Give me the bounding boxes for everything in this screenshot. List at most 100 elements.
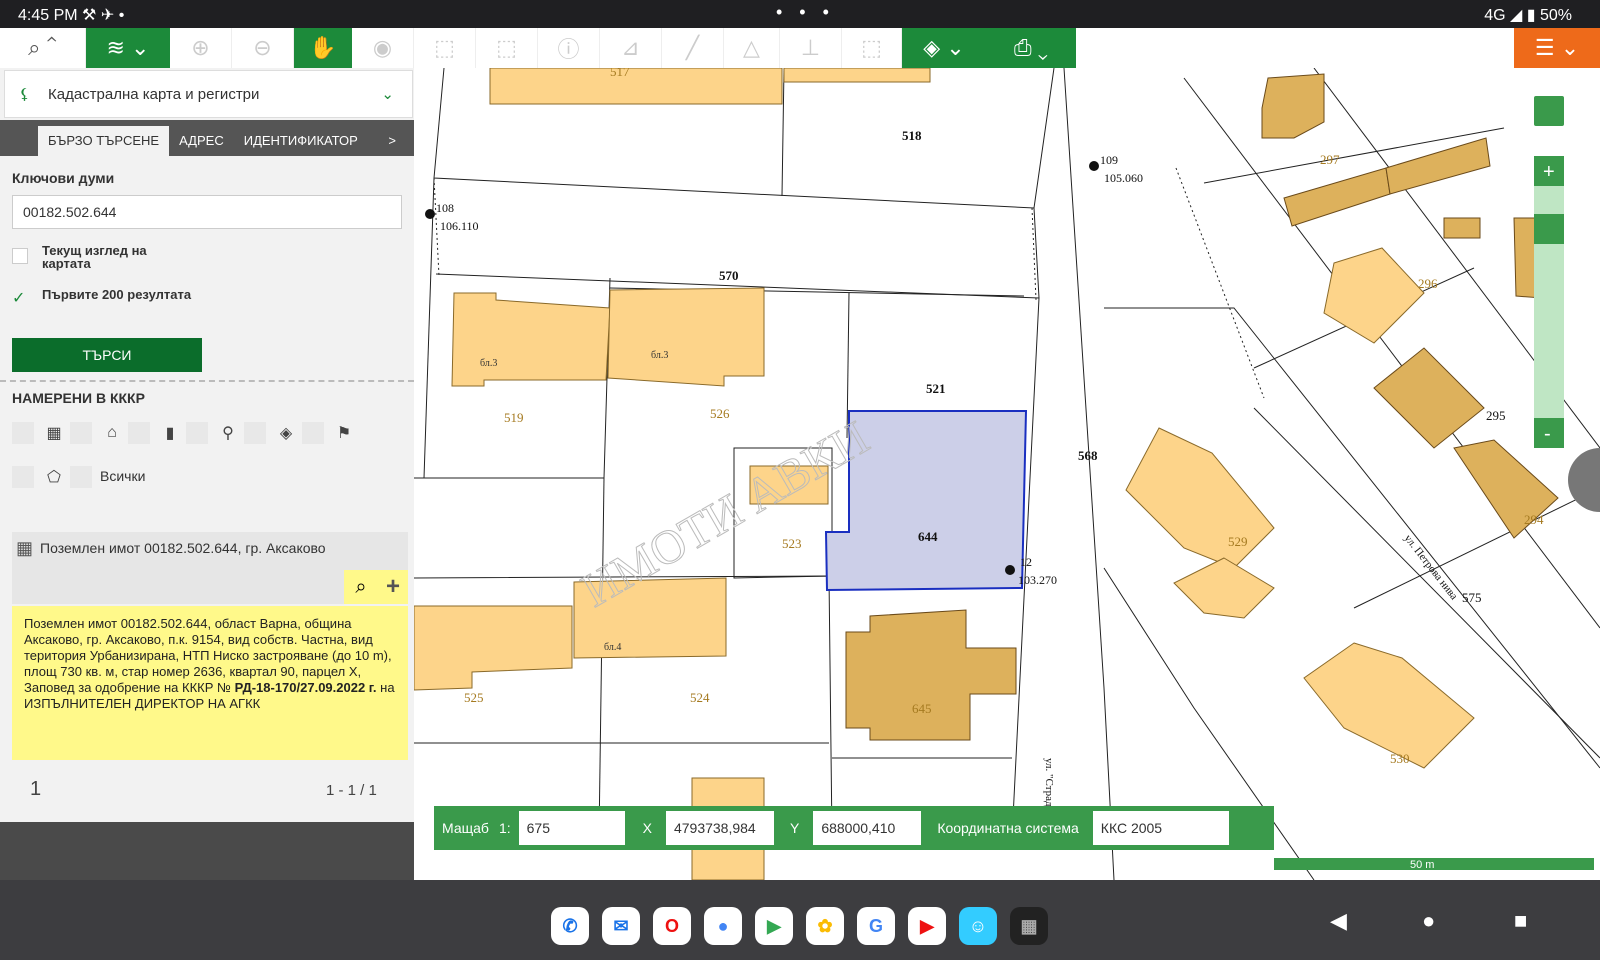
parcel-label-530: 530 bbox=[1390, 751, 1410, 766]
tabs-more-icon[interactable]: > bbox=[378, 126, 406, 156]
parcel-label-523: 523 bbox=[782, 536, 802, 551]
zoom-in-icon[interactable]: ⊕ bbox=[170, 28, 232, 68]
parcel-label-297: 297 bbox=[1320, 152, 1340, 167]
zoom-to-icon[interactable]: ⌕ bbox=[344, 570, 378, 604]
building-label: бл.3 bbox=[480, 358, 497, 369]
search-button[interactable]: ТЪРСИ bbox=[12, 338, 202, 372]
home-nav-icon[interactable]: ● bbox=[1422, 908, 1435, 934]
filter-checkbox[interactable] bbox=[12, 422, 34, 444]
x-input[interactable]: 4793738,984 bbox=[665, 811, 774, 845]
edit-icon[interactable] bbox=[1568, 448, 1600, 512]
first-200-label: Първите 200 резултата bbox=[42, 287, 192, 302]
found-label: НАМЕРЕНИ В КККР bbox=[12, 390, 145, 406]
point-id: 109 bbox=[1100, 153, 1118, 167]
filter-checkbox[interactable] bbox=[244, 422, 266, 444]
street-label: ул. Петрова нива bbox=[1402, 532, 1460, 602]
pin-icon[interactable]: ⚲ bbox=[216, 421, 240, 445]
home-icon[interactable]: ⌂ bbox=[100, 421, 124, 445]
recents-icon[interactable]: ■ bbox=[1514, 908, 1527, 934]
opera-app-icon[interactable]: O bbox=[653, 907, 691, 945]
page-number[interactable]: 1 bbox=[30, 778, 41, 801]
cursor-icon[interactable]: ⬚ bbox=[842, 28, 902, 68]
catalog-select[interactable]: ⚸ Кадастрална карта и регистри ⌄ bbox=[4, 70, 413, 118]
youtube-app-icon[interactable]: ▶ bbox=[908, 907, 946, 945]
catalog-icon: ⚸ bbox=[19, 86, 30, 103]
select-area-icon[interactable]: ⬚ bbox=[476, 28, 538, 68]
parcel-label-296: 296 bbox=[1418, 276, 1438, 291]
waze-app-icon[interactable]: ☺ bbox=[959, 907, 997, 945]
catalog-label: Кадастрална карта и регистри bbox=[48, 85, 260, 103]
cadastral-map[interactable]: 518 570 521 644 568 517 519 526 523 525 … bbox=[414, 68, 1600, 880]
search-icon[interactable]: ⌕ ⌃ bbox=[0, 28, 86, 68]
keywords-input[interactable]: 00182.502.644 bbox=[12, 195, 402, 229]
current-view-checkbox[interactable] bbox=[12, 248, 28, 264]
survey-point bbox=[425, 209, 435, 219]
current-view-label: Текущ изглед на картата bbox=[42, 243, 147, 271]
filter-checkbox[interactable] bbox=[186, 422, 208, 444]
zoom-out-icon[interactable]: ⊖ bbox=[232, 28, 294, 68]
parcel-label-519: 519 bbox=[504, 410, 524, 425]
add-icon[interactable]: + bbox=[378, 570, 408, 604]
assistant-app-icon[interactable]: ● bbox=[704, 907, 742, 945]
flag-icon[interactable]: ⚑ bbox=[332, 421, 356, 445]
ruler-icon[interactable]: ╱ bbox=[662, 28, 724, 68]
parcel-label-575: 575 bbox=[1462, 590, 1482, 605]
plus-icon: + bbox=[1543, 161, 1555, 183]
point-value: 103.270 bbox=[1018, 573, 1057, 587]
status-time: 4:45 PM ⚒ ✈ • bbox=[18, 7, 125, 24]
building-icon[interactable]: ▮ bbox=[158, 421, 182, 445]
play-store-icon[interactable]: ▶ bbox=[755, 907, 793, 945]
select-rect-icon[interactable]: ⬚ bbox=[414, 28, 476, 68]
all-label: Всички bbox=[100, 468, 146, 484]
stamp-icon[interactable]: ⊥ bbox=[780, 28, 842, 68]
info-icon[interactable]: ⓘ bbox=[538, 28, 600, 68]
tab-identifier[interactable]: ИДЕНТИФИКАТОР bbox=[234, 126, 368, 156]
search-tabs: БЪРЗО ТЪРСЕНЕ АДРЕС ИДЕНТИФИКАТОР > bbox=[0, 120, 414, 156]
point-value: 106.110 bbox=[440, 219, 479, 233]
print-icon[interactable]: ⎙ ⌄ bbox=[986, 28, 1076, 68]
map-layers-icon[interactable]: ◈ ⌄ bbox=[902, 28, 986, 68]
tab-quick-search[interactable]: БЪРЗО ТЪРСЕНЕ bbox=[38, 126, 170, 156]
side-panel: ⚸ Кадастрална карта и регистри ⌄ БЪРЗО Т… bbox=[0, 68, 414, 920]
phone-app-icon[interactable]: ✆ bbox=[551, 907, 589, 945]
layers-filter-icon[interactable]: ◈ bbox=[274, 421, 298, 445]
polygon-icon[interactable]: △ bbox=[724, 28, 780, 68]
polygon-filter-icon[interactable]: ⬠ bbox=[42, 465, 66, 489]
google-app-icon[interactable]: G bbox=[857, 907, 895, 945]
scale-input[interactable]: 675 bbox=[518, 811, 625, 845]
measure-icon[interactable]: ⊿ bbox=[600, 28, 662, 68]
messages-app-icon[interactable]: ✉ bbox=[602, 907, 640, 945]
filter-checkbox[interactable] bbox=[70, 422, 92, 444]
first-200-checkbox[interactable]: ✓ bbox=[12, 291, 28, 308]
survey-point bbox=[1005, 565, 1015, 575]
parcel-label-294: 294 bbox=[1524, 512, 1544, 527]
map-view[interactable]: 518 570 521 644 568 517 519 526 523 525 … bbox=[414, 68, 1600, 880]
layers-icon[interactable]: ≋ ⌄ bbox=[86, 28, 170, 68]
grid-icon[interactable]: ▦ bbox=[42, 421, 66, 445]
x-label: X bbox=[642, 820, 652, 836]
y-input[interactable]: 688000,410 bbox=[813, 811, 922, 845]
zoom-handle[interactable] bbox=[1534, 214, 1564, 244]
parcel-label-529: 529 bbox=[1228, 534, 1248, 549]
parcel-label-525: 525 bbox=[464, 690, 484, 705]
menu-icon[interactable]: ☰ ⌄ bbox=[1514, 28, 1600, 68]
filter-checkbox[interactable] bbox=[302, 422, 324, 444]
filter-checkbox[interactable] bbox=[12, 466, 34, 488]
photos-app-icon[interactable]: ✿ bbox=[806, 907, 844, 945]
filter-checkbox[interactable] bbox=[128, 422, 150, 444]
parcel-label-570: 570 bbox=[719, 268, 739, 283]
point-value: 105.060 bbox=[1104, 171, 1143, 185]
back-icon[interactable]: ◀ bbox=[1330, 908, 1347, 934]
zoom-slider[interactable] bbox=[1534, 156, 1564, 446]
tab-address[interactable]: АДРЕС bbox=[169, 126, 234, 156]
globe-icon[interactable]: ◉ bbox=[352, 28, 414, 68]
fullscreen-icon[interactable] bbox=[1534, 96, 1564, 126]
keywords-label: Ключови думи bbox=[12, 170, 115, 186]
all-checkbox[interactable] bbox=[70, 466, 92, 488]
result-item[interactable]: ▦ Поземлен имот 00182.502.644, гр. Аксак… bbox=[12, 532, 408, 604]
app-drawer-icon[interactable]: ▦ bbox=[1010, 907, 1048, 945]
crs-select[interactable]: ККС 2005 bbox=[1092, 811, 1229, 845]
parcel-grid-icon: ▦ bbox=[16, 538, 34, 558]
pan-hand-icon[interactable]: ✋ bbox=[294, 28, 352, 68]
y-label: Y bbox=[789, 820, 800, 836]
